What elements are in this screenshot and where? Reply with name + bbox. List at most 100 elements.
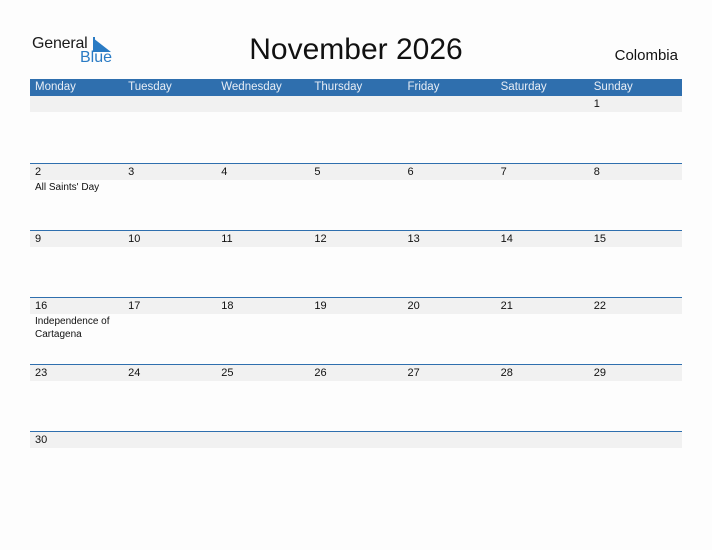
day-number <box>309 432 402 448</box>
holiday-label <box>216 180 309 194</box>
holiday-label <box>216 448 309 449</box>
holiday-label <box>403 112 496 113</box>
day-number: 5 <box>314 166 321 178</box>
weekday-header: Monday Tuesday Wednesday Thursday Friday… <box>30 79 682 96</box>
holiday-label <box>496 112 589 113</box>
holiday-label <box>216 381 309 382</box>
holiday-label <box>309 180 402 194</box>
day-number <box>496 96 589 112</box>
week-row: 2 3 4 5 6 7 8 All Saints' Day <box>30 163 682 230</box>
events-row <box>30 112 682 113</box>
day-number: 14 <box>500 233 513 245</box>
day-number: 7 <box>500 166 507 178</box>
day-number: 22 <box>593 300 606 312</box>
holiday-label <box>496 180 589 194</box>
events-row: Independence of Cartagena <box>30 314 682 341</box>
day-number <box>123 96 216 112</box>
holiday-label <box>403 381 496 382</box>
day-number <box>309 96 402 112</box>
day-number: 18 <box>221 300 234 312</box>
week-row: 30 <box>30 431 682 498</box>
day-number: 8 <box>593 166 600 178</box>
holiday-label <box>30 112 123 113</box>
day-number <box>30 96 123 112</box>
holiday-label <box>30 448 123 449</box>
day-number: 11 <box>221 233 233 245</box>
day-number: 12 <box>314 233 327 245</box>
holiday-label <box>589 314 682 341</box>
holiday-label <box>403 314 496 341</box>
holiday-label <box>589 448 682 449</box>
holiday-label <box>123 448 216 449</box>
country-label: Colombia <box>614 47 678 64</box>
day-number: 23 <box>35 367 48 379</box>
holiday-label <box>30 247 123 248</box>
day-number-strip: 16 17 18 19 20 21 22 <box>30 298 682 314</box>
day-number: 25 <box>221 367 234 379</box>
day-number: 10 <box>128 233 141 245</box>
day-number <box>496 432 589 448</box>
day-number: 28 <box>500 367 513 379</box>
holiday-label <box>309 314 402 341</box>
weekday-saturday: Saturday <box>500 81 547 93</box>
day-number: 6 <box>407 166 414 178</box>
weekday-thursday: Thursday <box>314 81 363 93</box>
holiday-label <box>589 112 682 113</box>
day-number: 2 <box>35 166 42 178</box>
day-number <box>123 432 216 448</box>
holiday-label <box>216 247 309 248</box>
holiday-label <box>496 381 589 382</box>
holiday-label <box>123 247 216 248</box>
week-row: 1 <box>30 96 682 163</box>
weekday-tuesday: Tuesday <box>128 81 172 93</box>
day-number <box>589 432 682 448</box>
day-number <box>403 432 496 448</box>
day-number-strip: 2 3 4 5 6 7 8 <box>30 164 682 180</box>
weekday-friday: Friday <box>407 81 440 93</box>
holiday-label <box>496 448 589 449</box>
day-number-strip: 23 24 25 26 27 28 29 <box>30 365 682 381</box>
day-number-strip: 1 <box>30 96 682 112</box>
holiday-label <box>589 180 682 194</box>
page-title: November 2026 <box>249 33 463 66</box>
holiday-label: All Saints' Day <box>35 182 100 193</box>
events-row <box>30 381 682 382</box>
calendar-grid: Monday Tuesday Wednesday Thursday Friday… <box>30 79 682 498</box>
holiday-label <box>496 314 589 341</box>
holiday-label <box>309 448 402 449</box>
holiday-label <box>403 247 496 248</box>
weekday-wednesday: Wednesday <box>221 81 282 93</box>
day-number <box>403 96 496 112</box>
holiday-label <box>216 112 309 113</box>
holiday-label <box>309 247 402 248</box>
weeks-container: 1 2 3 4 5 6 7 8 All Saints' Day 9 10 11 12 13 14 15 16 17… <box>30 96 682 498</box>
week-row: 16 17 18 19 20 21 22 Independence of Cartagena <box>30 297 682 364</box>
events-row: All Saints' Day <box>30 180 682 194</box>
day-number: 16 <box>35 300 48 312</box>
holiday-label <box>403 180 496 194</box>
day-number: 26 <box>314 367 327 379</box>
holiday-label <box>30 381 123 382</box>
day-number: 17 <box>128 300 141 312</box>
holiday-label <box>123 381 216 382</box>
holiday-label <box>496 247 589 248</box>
day-number: 20 <box>407 300 420 312</box>
day-number: 15 <box>593 233 606 245</box>
holiday-label <box>216 314 309 341</box>
day-number-strip: 30 <box>30 432 682 448</box>
holiday-label: Independence of Cartagena <box>35 316 110 340</box>
holiday-label <box>123 112 216 113</box>
day-number: 29 <box>593 367 606 379</box>
day-number: 4 <box>221 166 228 178</box>
holiday-label <box>589 381 682 382</box>
holiday-label <box>309 112 402 113</box>
day-number: 19 <box>314 300 327 312</box>
day-number: 27 <box>407 367 420 379</box>
day-number <box>216 96 309 112</box>
day-number: 9 <box>35 233 42 245</box>
holiday-label <box>123 180 216 194</box>
day-number: 30 <box>35 434 48 446</box>
events-row <box>30 247 682 248</box>
holiday-label <box>589 247 682 248</box>
day-number: 1 <box>593 98 600 110</box>
